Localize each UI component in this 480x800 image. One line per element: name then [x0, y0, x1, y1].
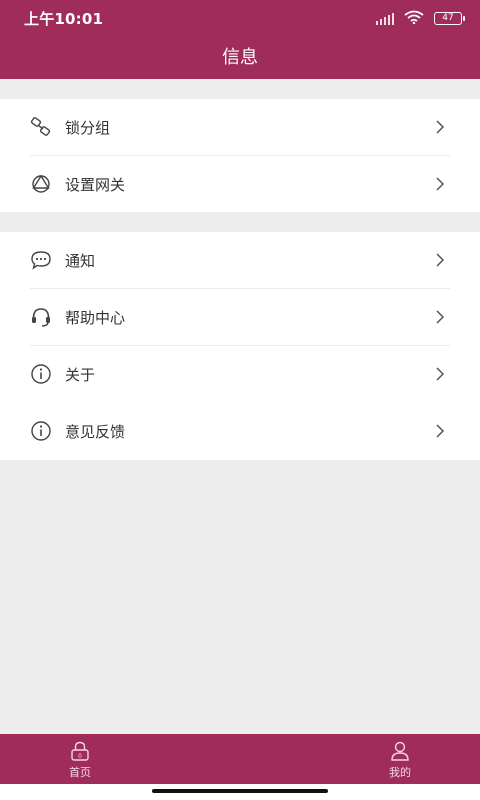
- tab-label: 我的: [389, 766, 411, 779]
- info-icon: [30, 420, 52, 442]
- menu-group-2: 通知 帮助中心 关于 意见反馈: [0, 232, 480, 460]
- menu-item-feedback[interactable]: 意见反馈: [0, 403, 480, 460]
- menu-item-label: 锁分组: [65, 119, 111, 137]
- menu-item-label: 意见反馈: [65, 423, 126, 441]
- menu-item-help-center[interactable]: 帮助中心: [0, 289, 480, 346]
- lock-icon: 0: [69, 740, 91, 762]
- menu-item-lock-group[interactable]: 锁分组: [0, 99, 480, 156]
- chevron-right-icon: [434, 422, 446, 440]
- wifi-icon: [404, 9, 424, 28]
- status-icons: 47: [376, 9, 465, 28]
- menu-item-notifications[interactable]: 通知: [0, 232, 480, 289]
- user-icon: [389, 740, 411, 762]
- tab-label: 首页: [69, 766, 91, 779]
- menu-item-label: 设置网关: [65, 176, 126, 194]
- battery-icon: 47: [434, 12, 465, 25]
- page-title: 信息: [222, 47, 258, 68]
- headset-icon: [30, 306, 52, 328]
- chevron-right-icon: [434, 251, 446, 269]
- svg-text:0: 0: [78, 753, 82, 760]
- bottom-tab-bar: 0 首页 我的: [0, 734, 480, 784]
- chevron-right-icon: [434, 175, 446, 193]
- menu-item-label: 帮助中心: [65, 309, 126, 327]
- home-indicator[interactable]: [152, 789, 328, 793]
- menu-item-set-gateway[interactable]: 设置网关: [0, 156, 480, 213]
- tab-me[interactable]: 我的: [360, 734, 440, 784]
- app-header: 信息: [0, 34, 480, 79]
- chat-bubble-icon: [30, 249, 52, 271]
- menu-group-1: 锁分组 设置网关: [0, 99, 480, 212]
- chevron-right-icon: [434, 308, 446, 326]
- menu-item-label: 通知: [65, 252, 96, 270]
- link-icon: [30, 116, 52, 138]
- status-time: 上午10:01: [24, 10, 104, 28]
- status-bar: 上午10:01 47: [0, 0, 480, 34]
- system-nav-area: [0, 784, 480, 800]
- chevron-right-icon: [434, 365, 446, 383]
- menu-item-label: 关于: [65, 366, 96, 384]
- signal-icon: [376, 12, 394, 25]
- chevron-right-icon: [434, 118, 446, 136]
- tab-home[interactable]: 0 首页: [40, 734, 120, 784]
- network-triangle-icon: [30, 173, 52, 195]
- menu-item-about[interactable]: 关于: [0, 346, 480, 403]
- info-icon: [30, 363, 52, 385]
